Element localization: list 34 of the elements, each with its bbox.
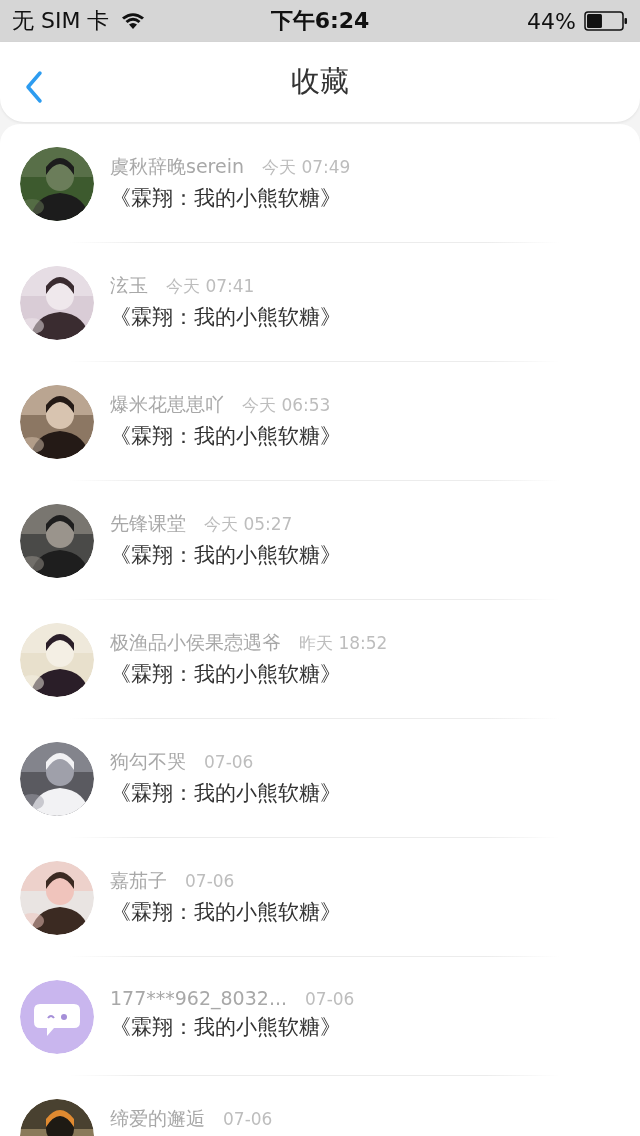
battery-percentage: 44%: [527, 8, 576, 34]
work-title[interactable]: 《霖翔：我的小熊软糖》: [110, 897, 341, 926]
timestamp: 今天 05:27: [204, 512, 293, 536]
battery-icon: [584, 11, 628, 31]
timestamp: 07-06: [305, 988, 355, 1009]
timestamp: 昨天 18:52: [299, 631, 388, 655]
user-name: 极渔品小侯果悫遇爷: [110, 629, 281, 655]
user-name: 爆米花崽崽吖: [110, 391, 224, 417]
work-title[interactable]: 《霖翔：我的小熊软糖》: [110, 302, 341, 331]
user-name: 狗勾不哭: [110, 748, 186, 774]
timestamp: 今天 07:49: [262, 155, 351, 179]
timestamp: 07-06: [223, 1108, 273, 1129]
user-name: 嘉茄子: [110, 867, 167, 893]
user-name: 缔爱的邂逅: [110, 1105, 205, 1131]
carrier-label: 无 SIM 卡: [12, 7, 110, 35]
chat-bubble-avatar-icon: [20, 979, 94, 1054]
work-title[interactable]: 《霖翔：我的小熊软糖》: [110, 1012, 355, 1041]
page-title: 收藏: [291, 63, 349, 100]
clock: 下午6:24: [270, 7, 370, 35]
user-name: 先锋课堂: [110, 510, 186, 536]
work-title[interactable]: 《霖翔：我的小熊软糖》: [110, 540, 341, 569]
timestamp: 今天 06:53: [242, 393, 331, 417]
work-title[interactable]: 《霖翔：我的小熊软糖》: [110, 778, 341, 807]
user-name: 泫玉: [110, 272, 148, 298]
wifi-icon: [121, 12, 146, 30]
back-button[interactable]: [24, 70, 44, 104]
work-title[interactable]: 《霖翔：我的小熊软糖》: [110, 659, 388, 688]
timestamp: 07-06: [204, 751, 254, 772]
user-name: 虞秋辞晚serein: [110, 153, 244, 179]
timestamp: 今天 07:41: [166, 274, 255, 298]
timestamp: 07-06: [185, 870, 235, 891]
work-title[interactable]: 《霖翔：我的小熊软糖》: [110, 421, 341, 450]
work-title[interactable]: 《霖翔：我的小熊软糖》: [110, 183, 351, 212]
user-name: 177***962_8032...: [110, 986, 287, 1009]
